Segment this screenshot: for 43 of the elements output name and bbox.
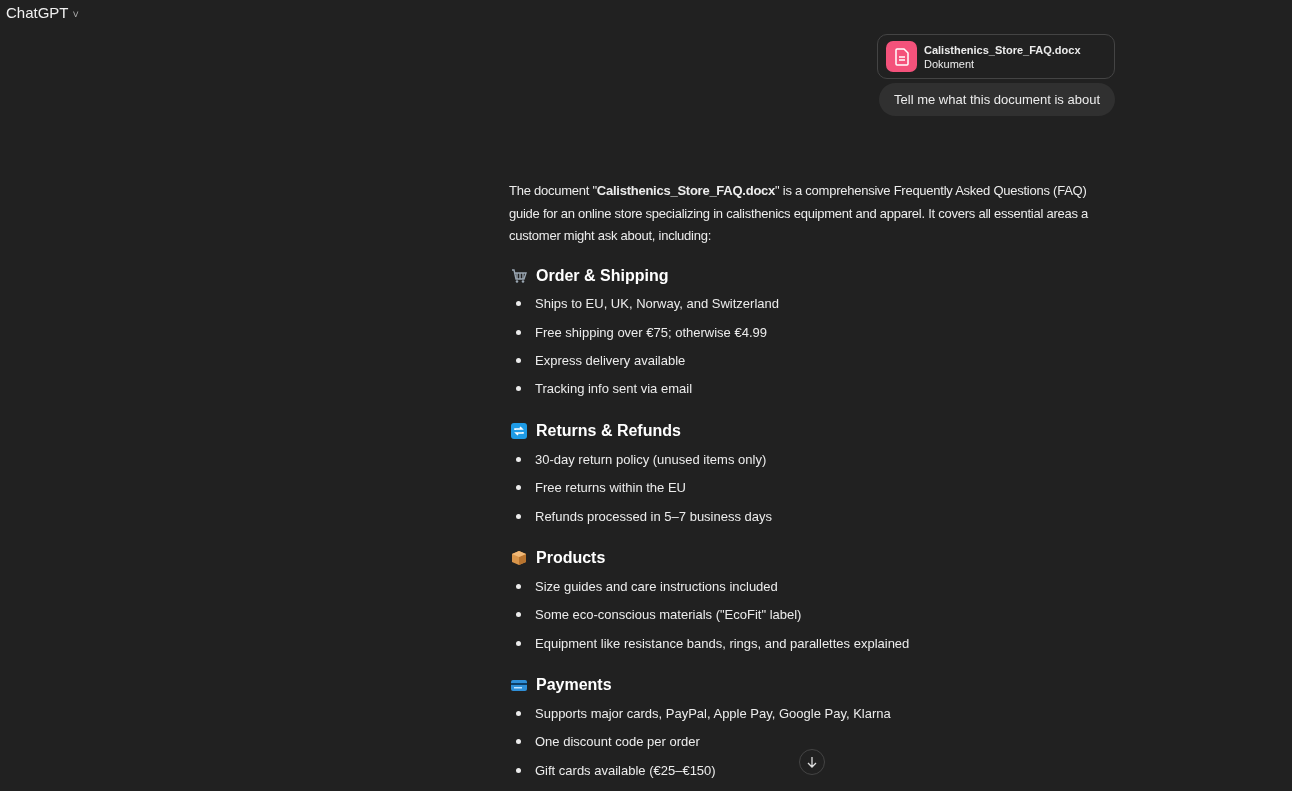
- list-item: Ships to EU, UK, Norway, and Switzerland: [535, 296, 779, 312]
- list-item: Gift cards available (€25–€150): [535, 762, 716, 778]
- credit-card-icon: [511, 677, 527, 694]
- list-item: Free returns within the EU: [535, 480, 686, 496]
- bullet-dot: [516, 583, 521, 589]
- bullet-dot: [516, 711, 521, 717]
- repeat-icon: [511, 423, 527, 440]
- bullet-dot: [516, 739, 521, 745]
- bullet-dot: [516, 767, 521, 773]
- bullet-dot: [516, 485, 521, 491]
- list-item: Equipment like resistance bands, rings, and parallettes explained: [535, 635, 910, 651]
- bullet-dot: [516, 456, 521, 462]
- bullet-dot: [516, 386, 521, 392]
- document-icon: [886, 41, 917, 72]
- list-item: Tracking info sent via email: [535, 381, 693, 397]
- reply-paragraph: The document "Calisthenics_Store_FAQ.docx" is a comprehensive Frequently Asked Questions (FAQ) guide for an online store specializing in calisthenics equipment and apparel. It covers all essential areas a customer might ask about, including:: [509, 182, 1090, 245]
- list-item: Size guides and care instructions included: [535, 578, 778, 594]
- package-icon: [511, 550, 527, 567]
- file-name: Calisthenics_Store_FAQ.docx: [924, 43, 1081, 56]
- user-message: Tell me what this document is about: [879, 83, 1115, 116]
- bullet-dot: [516, 357, 521, 363]
- bullet-dot: [516, 513, 521, 519]
- list-item: Express delivery available: [535, 352, 686, 368]
- section-heading: Order & Shipping: [536, 266, 669, 285]
- bullet-dot: [516, 301, 521, 307]
- file-attachment[interactable]: Calisthenics_Store_FAQ.docx Dokument: [877, 34, 1115, 79]
- list-item: 30-day return policy (unused items only): [535, 451, 767, 467]
- file-type: Dokument: [924, 57, 976, 70]
- list-item: Supports major cards, PayPal, Apple Pay, Google Pay, Klarna: [535, 706, 891, 722]
- model-selector[interactable]: ChatGPT ˅: [6, 4, 79, 21]
- section-heading: Products: [536, 549, 606, 568]
- section-heading: Returns & Refunds: [536, 422, 681, 441]
- bullet-dot: [516, 329, 521, 335]
- section-heading: Payments: [536, 676, 612, 695]
- bullet-dot: [516, 640, 521, 646]
- bullet-dot: [516, 612, 521, 618]
- cart-icon: [511, 267, 527, 284]
- arrow-down-icon: [806, 756, 818, 768]
- list-item: Free shipping over €75; otherwise €4.99: [535, 324, 767, 340]
- scroll-down-button[interactable]: [799, 749, 825, 775]
- list-item: Refunds processed in 5–7 business days: [535, 508, 773, 524]
- list-item: One discount code per order: [535, 734, 700, 750]
- list-item: Some eco-conscious materials ("EcoFit" label): [535, 607, 802, 623]
